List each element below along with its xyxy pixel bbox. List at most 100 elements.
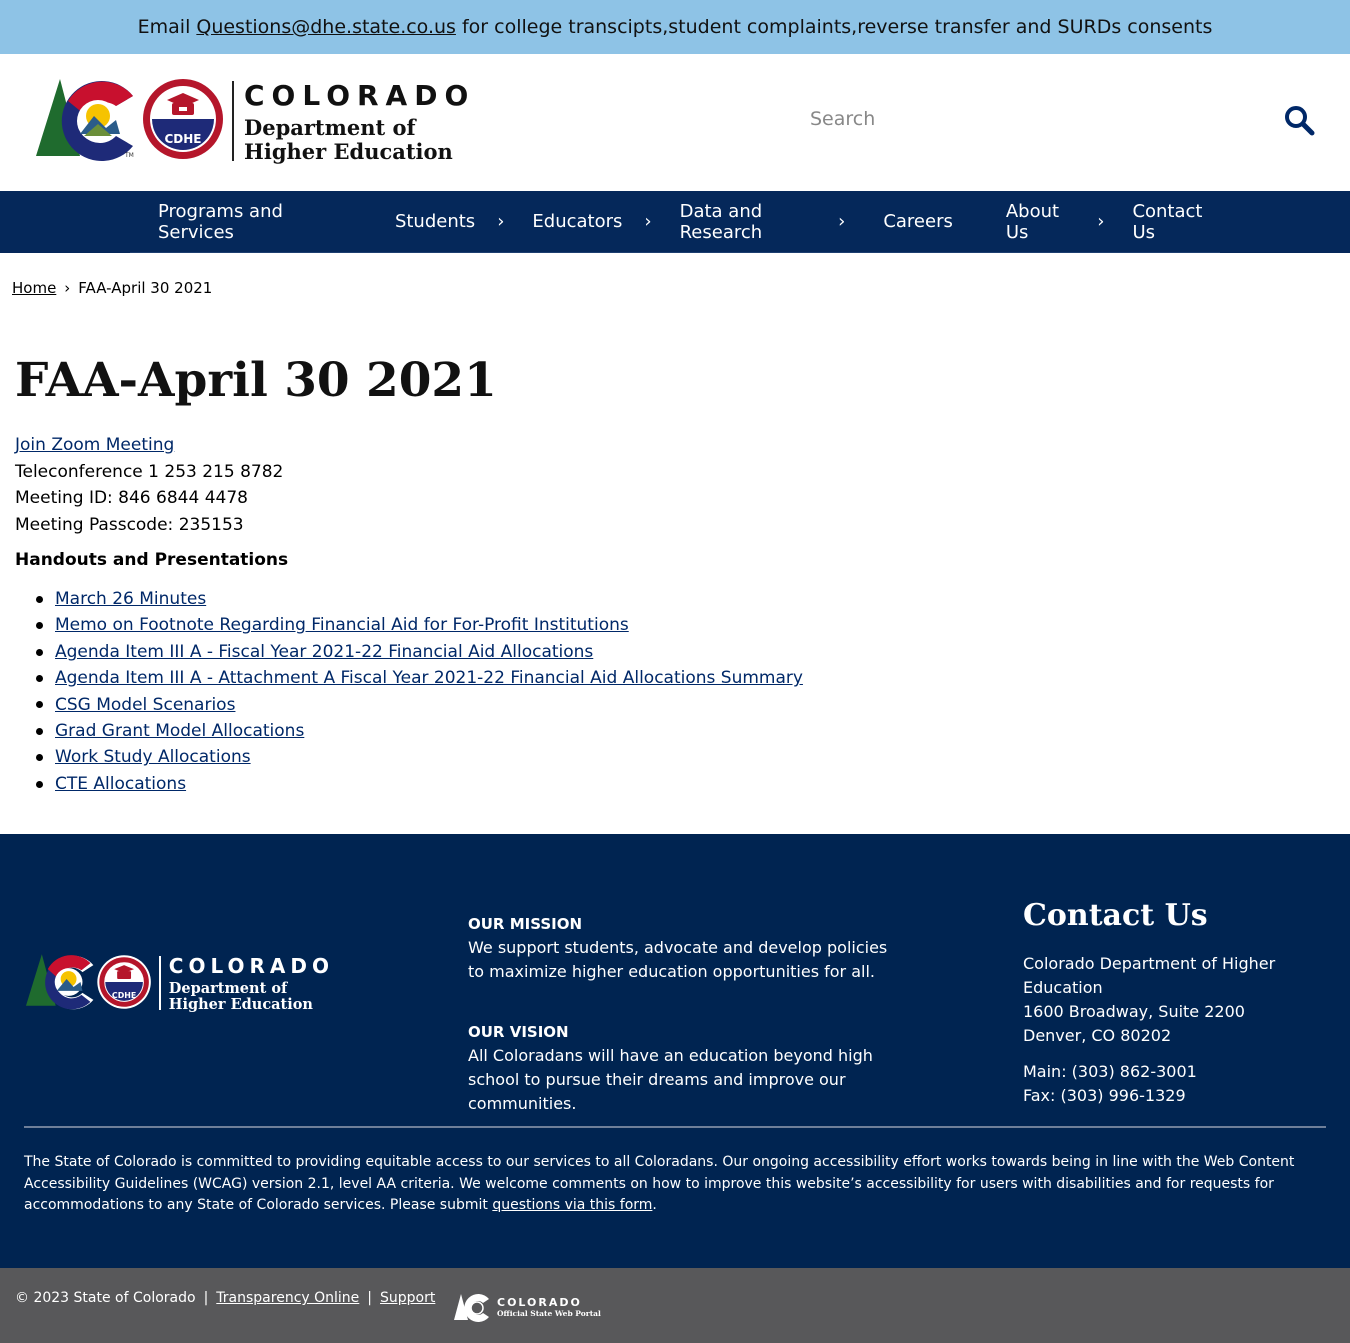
nav-item-educators[interactable]: Educators › [532,191,651,253]
nav-item-contact-us[interactable]: Contact Us [1132,191,1220,253]
footer-logo-mark: CDHE [25,954,151,1010]
footer-contact-title: Contact Us [1023,898,1208,933]
list-item: Agenda Item III A - Attachment A Fiscal … [36,665,803,691]
nav-item-label: About Us [1005,200,1060,243]
handout-link[interactable]: CSG Model Scenarios [55,692,235,718]
logo-badge-text: CDHE [164,132,201,146]
breadcrumb: Home › FAA-April 30 2021 [12,279,212,297]
contact-phones: Main: (303) 862-3001 Fax: (303) 996-1329 [1023,1060,1343,1108]
breadcrumb-current: FAA-April 30 2021 [78,279,213,297]
bullet-icon [36,780,43,788]
meeting-id-text: Meeting ID: 846 6844 4478 [15,488,248,508]
support-link[interactable]: Support [380,1290,435,1306]
vision-section: OUR VISION All Coloradans will have an e… [468,1020,898,1116]
handout-link[interactable]: Agenda Item III A - Fiscal Year 2021-22 … [55,639,593,665]
accessibility-form-link[interactable]: questions via this form [492,1197,652,1213]
contact-street: 1600 Broadway, Suite 2200 [1023,1002,1245,1021]
list-item: Memo on Footnote Regarding Financial Aid… [36,612,803,638]
colorado-logo-mark: CDHE TM [28,76,228,166]
handout-link[interactable]: March 26 Minutes [55,586,206,612]
transparency-online-link[interactable]: Transparency Online [216,1290,359,1306]
breadcrumb-separator: › [64,279,71,297]
nav-item-label: Contact Us [1132,200,1203,243]
meeting-passcode-text: Meeting Passcode: 235153 [15,514,244,535]
nav-item-students[interactable]: Students › [395,191,504,253]
bottom-bar: © 2023 State of Colorado | Transparency … [0,1268,1350,1343]
search-input[interactable] [790,99,1260,139]
handouts-heading: Handouts and Presentations [15,550,289,570]
logo-text: COLORADO Department of Higher Education [244,79,475,164]
portal-tagline: Official State Web Portal [497,1309,601,1318]
chevron-right-icon[interactable]: › [644,211,651,232]
list-item: Grad Grant Model Allocations [36,718,803,744]
bullet-icon [36,622,43,630]
list-item: March 26 Minutes [36,586,803,612]
contact-org: Colorado Department of Higher Education [1023,954,1276,997]
colorado-portal-logo[interactable]: COLORADO Official State Web Portal [453,1292,601,1322]
list-item: CTE Allocations [36,771,803,797]
footer-logo-text: COLORADO Department of Higher Education [169,954,334,1013]
nav-item-label: Careers [883,211,953,232]
nav-item-careers[interactable]: Careers [883,191,953,253]
site-footer: CDHE COLORADO Department of Higher Educa… [0,834,1350,1268]
bullet-icon [36,701,43,709]
handout-link[interactable]: Work Study Allocations [55,744,251,770]
teleconference-text: Teleconference 1 253 215 8782 [15,461,284,482]
alert-suffix: for college transcipts,student complaint… [461,16,1213,38]
site-header: CDHE TM COLORADO Department of Higher Ed… [0,54,1350,191]
nav-item-data-and-research[interactable]: Data and Research › [680,191,846,253]
nav-item-label: Educators [532,211,623,232]
list-item: Work Study Allocations [36,744,803,770]
alert-email-link[interactable]: Questions@dhe.state.co.us [196,16,456,38]
accessibility-end: . [652,1197,657,1213]
handout-link[interactable]: Agenda Item III A - Attachment A Fiscal … [55,665,803,691]
contact-main-phone: Main: (303) 862-3001 [1023,1062,1197,1081]
footer-logo-state: COLORADO [168,953,334,978]
cdhe-logo[interactable]: CDHE TM COLORADO Department of Higher Ed… [28,76,488,166]
breadcrumb-home-link[interactable]: Home [12,279,56,297]
bullet-icon [36,727,43,735]
join-zoom-link[interactable]: Join Zoom Meeting [15,435,174,455]
handout-link[interactable]: Memo on Footnote Regarding Financial Aid… [55,612,629,638]
meeting-info: Join Zoom Meeting Teleconference 1 253 2… [15,432,283,538]
search-icon[interactable] [1282,103,1316,137]
logo-dept-line1: Department of [244,114,416,140]
mission-text: We support students, advocate and develo… [468,938,888,981]
portal-text: COLORADO Official State Web Portal [497,1296,601,1318]
bullet-icon [36,595,43,603]
page-title: FAA-April 30 2021 [15,353,497,408]
nav-item-label: Programs and Services [158,200,283,243]
bullet-icon [36,648,43,656]
bullet-icon [36,754,43,762]
alert-banner: Email Questions@dhe.state.co.us for coll… [0,0,1350,54]
chevron-right-icon[interactable]: › [1097,211,1104,232]
footer-divider [24,1126,1326,1128]
contact-fax: Fax: (303) 996-1329 [1023,1086,1186,1105]
portal-state: COLORADO [497,1296,582,1309]
logo-dept-line2: Higher Education [244,138,453,164]
colorado-portal-icon [454,1294,489,1322]
list-item: Agenda Item III A - Fiscal Year 2021-22 … [36,639,803,665]
list-item: CSG Model Scenarios [36,692,803,718]
logo-state: COLORADO [244,78,476,112]
footer-cdhe-logo[interactable]: CDHE COLORADO Department of Higher Educa… [24,952,334,1014]
nav-item-label: Data and Research [679,200,763,243]
chevron-right-icon[interactable]: › [838,211,845,232]
logo-tm-text: TM [124,152,134,159]
mission-heading: OUR MISSION [468,915,583,933]
nav-item-programs-and-services[interactable]: Programs and Services [158,191,342,253]
accessibility-statement: The State of Colorado is committed to pr… [24,1152,1326,1217]
nav-item-label: Students [394,211,476,232]
nav-item-about-us[interactable]: About Us › [1006,191,1105,253]
bottom-links: © 2023 State of Colorado | Transparency … [15,1290,435,1306]
handout-link[interactable]: CTE Allocations [55,771,186,797]
link-separator: | [367,1290,373,1306]
handout-link[interactable]: Grad Grant Model Allocations [55,718,304,744]
footer-logo-dept-line1: Department of [168,979,288,997]
contact-city: Denver, CO 80202 [1023,1026,1172,1045]
vision-heading: OUR VISION [468,1023,569,1041]
copyright-text: © 2023 State of Colorado [15,1290,196,1306]
main-navigation: Programs and Services Students › Educato… [0,191,1350,253]
chevron-right-icon[interactable]: › [497,211,504,232]
mission-section: OUR MISSION We support students, advocat… [468,912,898,984]
